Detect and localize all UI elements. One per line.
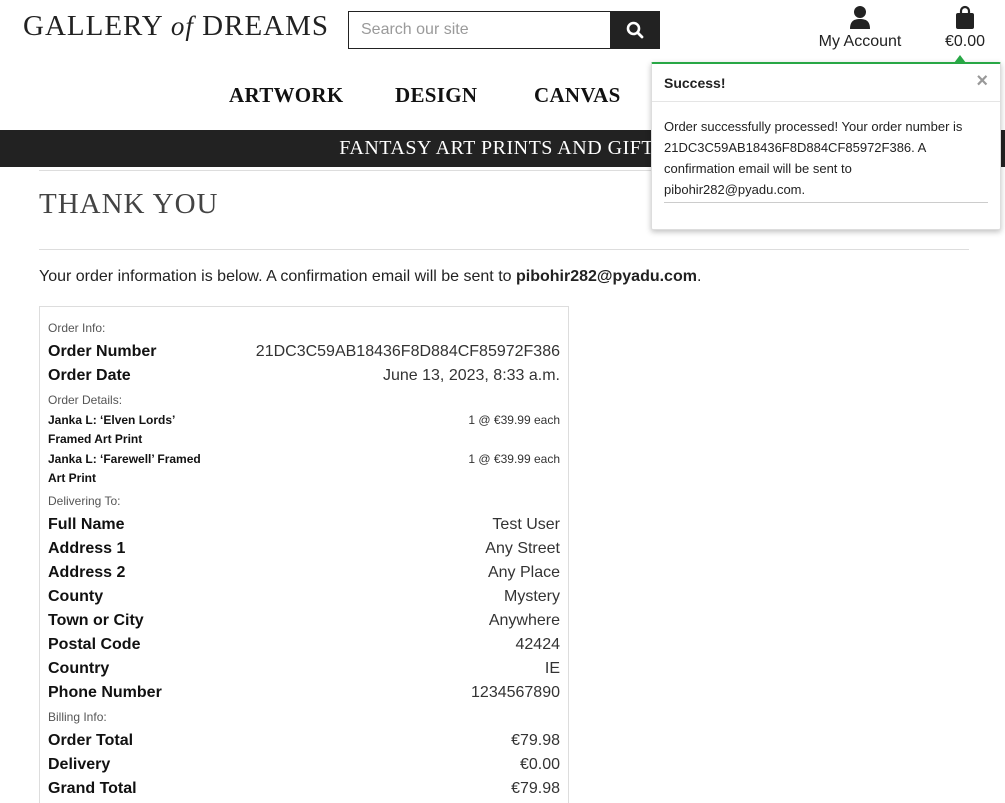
delivery-value: IE: [544, 660, 560, 677]
bag-total: €0.00: [944, 33, 986, 50]
order-item-qty: 1 @ €39.99 each: [468, 413, 560, 427]
delivery-value: 1234567890: [471, 684, 560, 701]
delivery-label: Phone Number: [48, 684, 162, 701]
billing-label: Order Total: [48, 732, 134, 749]
order-intro: Your order information is below. A confi…: [39, 268, 701, 286]
billing-label: Delivery: [48, 756, 111, 773]
delivery-row: Address 2 Any Place: [48, 564, 560, 582]
site-logo[interactable]: GALLERY of DREAMS: [23, 10, 329, 43]
confirmation-email: pibohir282@pyadu.com: [515, 268, 697, 285]
section-order-info: Order Info:: [48, 321, 106, 335]
my-account-link[interactable]: My Account: [817, 5, 903, 51]
my-account-label: My Account: [818, 33, 902, 50]
search-button[interactable]: [610, 11, 660, 49]
search-form: [348, 11, 660, 49]
section-delivering-to: Delivering To:: [48, 494, 121, 508]
order-item-row: Janka L: ‘Elven Lords’ Framed Art Print …: [48, 411, 560, 449]
order-number-label: Order Number: [48, 343, 157, 360]
logo-text-end: DREAMS: [202, 10, 330, 42]
delivery-row: Phone Number 1234567890: [48, 684, 560, 702]
nav-item-canvas[interactable]: CANVAS: [534, 83, 621, 108]
order-item-name: Janka L: ‘Farewell’ Framed Art Print: [48, 452, 201, 485]
search-icon: [626, 21, 644, 39]
logo-text-of: of: [170, 11, 194, 41]
delivery-row: Town or City Anywhere: [48, 612, 560, 630]
toast-title: Success!: [664, 75, 726, 91]
delivery-row: Address 1 Any Street: [48, 540, 560, 558]
delivery-row: Postal Code 42424: [48, 636, 560, 654]
order-number-row: Order Number 21DC3C59AB18436F8D884CF8597…: [48, 343, 560, 361]
delivery-label: County: [48, 588, 104, 605]
nav-item-design[interactable]: DESIGN: [395, 83, 477, 108]
divider-title: [39, 249, 969, 250]
order-intro-text: Your order information is below. A confi…: [39, 268, 516, 285]
order-summary: Order Info: Order Number 21DC3C59AB18436…: [39, 306, 569, 803]
billing-value: €79.98: [511, 732, 560, 749]
order-intro-end: .: [696, 268, 702, 285]
shopping-bag-link[interactable]: €0.00: [940, 5, 990, 51]
toast-divider: [664, 202, 988, 203]
nav-item-artwork[interactable]: ARTWORK: [229, 83, 344, 108]
delivery-value: 42424: [515, 636, 561, 653]
billing-value: €0.00: [519, 756, 560, 773]
order-number-value: 21DC3C59AB18436F8D884CF85972F386: [255, 343, 560, 360]
section-billing-info: Billing Info:: [48, 710, 107, 724]
order-item-qty: 1 @ €39.99 each: [468, 452, 560, 466]
delivery-value: Any Place: [487, 564, 560, 581]
toast-message: Order successfully processed! Your order…: [664, 119, 963, 197]
billing-row: Order Total €79.98: [48, 732, 560, 750]
order-item-row: Janka L: ‘Farewell’ Framed Art Print 1 @…: [48, 450, 560, 488]
toast-header: Success! ×: [652, 64, 1000, 102]
order-date-label: Order Date: [48, 367, 131, 384]
page-title: THANK YOU: [39, 188, 219, 220]
billing-value: €79.98: [511, 780, 560, 797]
section-order-details: Order Details:: [48, 393, 123, 407]
toast-arrow: [954, 55, 966, 63]
delivery-value: Mystery: [504, 588, 560, 605]
success-toast: Success! × Order successfully processed!…: [651, 55, 1001, 230]
order-date-row: Order Date June 13, 2023, 8:33 a.m.: [48, 367, 560, 385]
delivery-label: Full Name: [48, 516, 125, 533]
billing-row: Delivery €0.00: [48, 756, 560, 774]
delivery-label: Address 1: [48, 540, 126, 557]
search-input[interactable]: [348, 11, 610, 49]
delivery-label: Country: [48, 660, 110, 677]
logo-text-main: GALLERY: [23, 10, 163, 42]
delivery-row: Country IE: [48, 660, 560, 678]
close-icon[interactable]: ×: [976, 70, 988, 93]
order-item-name: Janka L: ‘Elven Lords’ Framed Art Print: [48, 413, 175, 446]
delivery-label: Address 2: [48, 564, 126, 581]
delivery-value: Test User: [492, 516, 560, 533]
order-date-value: June 13, 2023, 8:33 a.m.: [382, 367, 560, 384]
billing-label: Grand Total: [48, 780, 137, 797]
delivery-value: Anywhere: [488, 612, 560, 629]
shopping-bag-icon: [956, 5, 974, 29]
billing-row: Grand Total €79.98: [48, 780, 560, 798]
delivery-label: Postal Code: [48, 636, 141, 653]
delivery-row: Full Name Test User: [48, 516, 560, 534]
user-icon: [850, 6, 870, 29]
delivery-label: Town or City: [48, 612, 144, 629]
delivery-value: Any Street: [485, 540, 560, 557]
delivery-row: County Mystery: [48, 588, 560, 606]
